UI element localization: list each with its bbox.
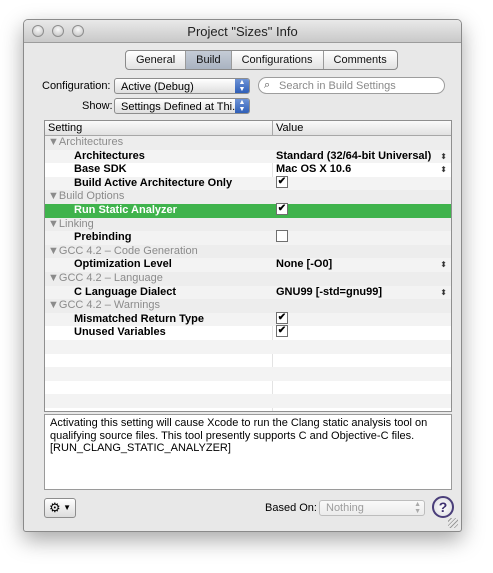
popup-arrows-icon: ▲ ▼ (414, 501, 421, 515)
group-header-row[interactable]: ▼Linking (45, 217, 451, 232)
setting-name: Unused Variables (74, 326, 166, 339)
empty-row (45, 340, 451, 354)
group-header-row[interactable]: ▼GCC 4.2 – Language (45, 272, 451, 286)
search-icon: ⌕ (264, 79, 271, 91)
based-on-value: Nothing (326, 502, 364, 514)
show-popup[interactable]: Settings Defined at Thi... ▲ ▼ (114, 98, 250, 114)
group-label: ▼Build Options (48, 190, 125, 203)
value-stepper-icon[interactable]: ⬍ (440, 258, 447, 271)
tab-configurations[interactable]: Configurations (232, 51, 324, 69)
setting-name: Build Active Architecture Only (74, 176, 233, 189)
setting-checkbox[interactable] (276, 230, 288, 244)
group-header-row[interactable]: ▼GCC 4.2 – Warnings (45, 299, 451, 313)
value-stepper-icon[interactable]: ⬍ (440, 150, 447, 163)
title-bar: Project "Sizes" Info (24, 20, 461, 43)
table-header: Setting Value (45, 121, 451, 136)
gear-icon: ⚙ (49, 500, 61, 515)
project-info-window: Project "Sizes" Info General Build Confi… (23, 19, 462, 532)
search-placeholder: Search in Build Settings (279, 80, 396, 92)
table-row[interactable]: Optimization Level None [-O0] ⬍ (45, 258, 451, 272)
group-label: ▼GCC 4.2 – Code Generation (48, 244, 198, 257)
table-row[interactable]: Build Active Architecture Only ✔ (45, 175, 451, 191)
empty-row (45, 354, 451, 368)
configuration-value: Active (Debug) (121, 81, 194, 93)
column-header-setting[interactable]: Setting (48, 122, 82, 134)
setting-name: Base SDK (74, 163, 127, 176)
gear-action-button[interactable]: ⚙ ▼ (44, 498, 76, 518)
setting-name: Architectures (74, 149, 145, 162)
table-row[interactable]: Prebinding (45, 230, 451, 245)
setting-value[interactable]: Mac OS X 10.6 (276, 163, 351, 176)
table-row[interactable]: Base SDK Mac OS X 10.6 ⬍ (45, 163, 451, 177)
based-on-popup[interactable]: Nothing ▲ ▼ (319, 500, 425, 516)
group-label: ▼Architectures (48, 136, 124, 148)
table-row[interactable]: Unused Variables ✔ (45, 325, 451, 340)
resize-grip-icon[interactable] (448, 518, 458, 528)
column-header-value[interactable]: Value (276, 122, 303, 134)
setting-name: Mismatched Return Type (74, 312, 204, 325)
setting-name: C Language Dialect (74, 285, 177, 298)
checkmark-icon: ✔ (276, 203, 288, 216)
based-on-label: Based On: (265, 502, 317, 514)
setting-checkbox[interactable]: ✔ (276, 175, 288, 190)
configuration-popup[interactable]: Active (Debug) ▲ ▼ (114, 78, 250, 94)
show-label: Show: (82, 100, 113, 112)
table-row[interactable]: Run Static Analyzer ✔ (45, 203, 451, 218)
column-separator (272, 121, 273, 135)
show-value: Settings Defined at Thi... (121, 101, 242, 113)
group-label: ▼GCC 4.2 – Warnings (48, 299, 160, 312)
help-button[interactable]: ? (432, 496, 454, 518)
setting-name: Run Static Analyzer (74, 204, 177, 216)
table-row[interactable]: C Language Dialect GNU99 [-std=gnu99] ⬍ (45, 285, 451, 300)
group-header-row[interactable]: ▼Architectures (45, 136, 451, 150)
help-icon: ? (438, 499, 448, 515)
group-label: ▼GCC 4.2 – Language (48, 272, 163, 284)
tab-build[interactable]: Build (186, 51, 232, 69)
configuration-label: Configuration: (42, 80, 111, 92)
group-header-row[interactable]: ▼Build Options (45, 190, 451, 204)
group-header-row[interactable]: ▼GCC 4.2 – Code Generation (45, 244, 451, 259)
setting-value[interactable]: None [-O0] (276, 258, 332, 271)
value-stepper-icon[interactable]: ⬍ (440, 163, 447, 176)
setting-checkbox[interactable]: ✔ (276, 311, 288, 326)
chevron-down-icon: ▼ (63, 503, 71, 512)
empty-row (45, 381, 451, 395)
table-row[interactable]: Mismatched Return Type ✔ (45, 311, 451, 327)
setting-description: Activating this setting will cause Xcode… (44, 414, 452, 490)
setting-name: Optimization Level (74, 258, 172, 271)
window-title: Project "Sizes" Info (187, 24, 298, 39)
popup-arrows-icon: ▲ ▼ (235, 79, 249, 93)
setting-value[interactable]: Standard (32/64-bit Universal) (276, 150, 431, 163)
table-row[interactable]: Architectures Standard (32/64-bit Univers… (45, 149, 451, 164)
tab-general[interactable]: General (126, 51, 187, 69)
setting-value[interactable]: GNU99 [-std=gnu99] (276, 286, 382, 299)
empty-row (45, 367, 451, 381)
empty-checkbox-icon (276, 230, 288, 243)
search-field[interactable]: ⌕ Search in Build Settings (258, 77, 445, 94)
tab-comments[interactable]: Comments (324, 51, 397, 69)
tab-bar: General Build Configurations Comments (125, 50, 398, 70)
popup-arrows-icon: ▲ ▼ (235, 99, 249, 113)
build-settings-table: Setting Value ▼Architectures Architecture… (44, 120, 452, 412)
setting-checkbox[interactable]: ✔ (276, 325, 288, 339)
empty-row (45, 394, 451, 408)
setting-checkbox[interactable]: ✔ (276, 203, 288, 217)
setting-name: Prebinding (74, 231, 132, 244)
checkmark-icon: ✔ (276, 325, 288, 338)
value-stepper-icon[interactable]: ⬍ (440, 286, 447, 299)
checkmark-icon: ✔ (276, 311, 288, 324)
group-label: ▼Linking (48, 217, 94, 230)
checkmark-icon: ✔ (276, 175, 288, 188)
